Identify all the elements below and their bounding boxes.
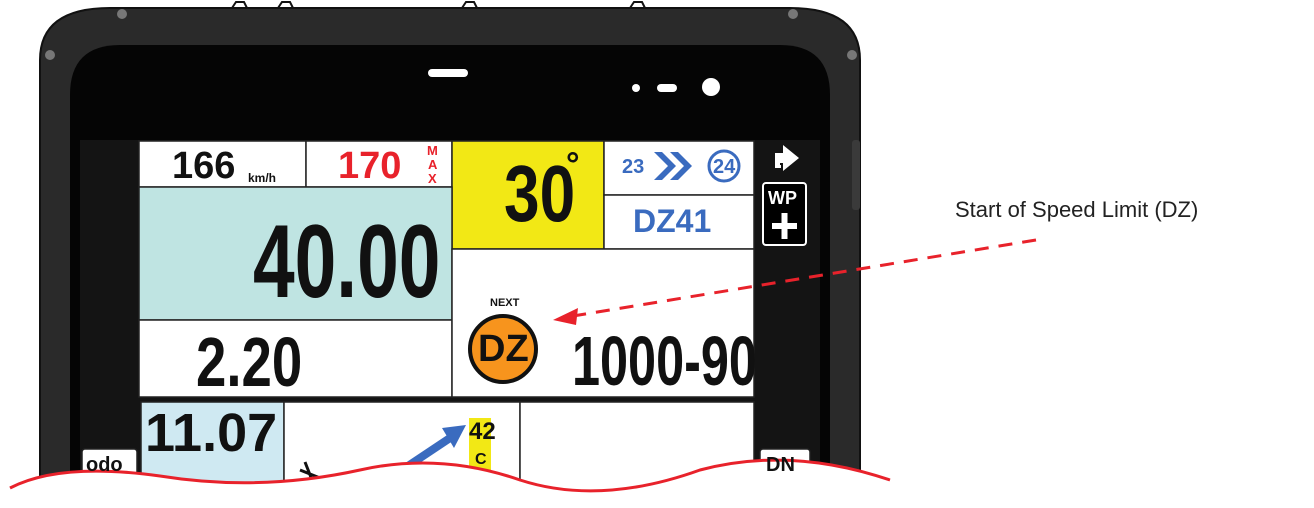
roadbook-letter: C bbox=[475, 451, 487, 468]
camera-icon bbox=[702, 78, 720, 96]
odo-button[interactable]: odo bbox=[86, 455, 123, 475]
plus-icon-v bbox=[781, 213, 788, 239]
distance-partial: 2.20 bbox=[196, 323, 303, 401]
next-caption: NEXT bbox=[490, 297, 520, 309]
sensor-dot bbox=[632, 84, 640, 92]
annotation-label: Start of Speed Limit (DZ) bbox=[955, 197, 1199, 222]
max-label-a: A bbox=[428, 157, 438, 172]
odo-value: 11.07 bbox=[145, 403, 278, 463]
heading-degree: ° bbox=[566, 146, 580, 184]
speed-unit: km/h bbox=[248, 171, 277, 185]
heading-value: 30 bbox=[504, 149, 576, 238]
sensor-pill bbox=[657, 84, 677, 92]
max-label-m: M bbox=[427, 143, 438, 158]
current-waypoint: 23 bbox=[622, 156, 645, 178]
distance-main: 40.00 bbox=[253, 204, 441, 320]
dn-button[interactable]: DN bbox=[766, 455, 795, 475]
wp-add-button[interactable]: WP bbox=[768, 189, 797, 207]
next-value: 1000-90 bbox=[572, 322, 757, 400]
speaker-slot bbox=[428, 69, 468, 77]
roadbook-number: 42 bbox=[469, 418, 496, 445]
dz-badge-text: DZ bbox=[478, 328, 529, 370]
speed-value: 166 bbox=[172, 145, 236, 187]
zone-label: DZ41 bbox=[633, 203, 712, 239]
max-label-x: X bbox=[428, 171, 437, 186]
max-speed-value: 170 bbox=[338, 145, 402, 187]
next-waypoint: 24 bbox=[713, 156, 736, 178]
